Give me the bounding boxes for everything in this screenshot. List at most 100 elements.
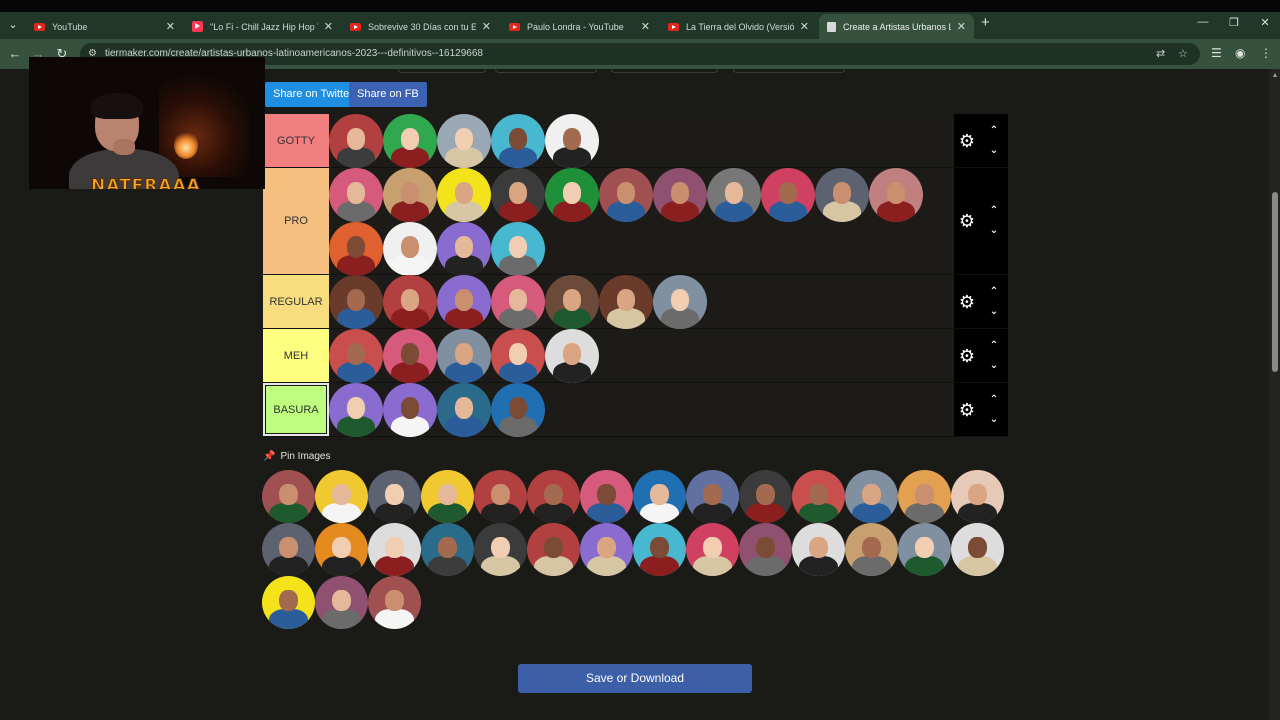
chevron-down-icon[interactable]: ⌄ <box>988 146 1000 156</box>
new-tab-button[interactable]: + <box>981 14 990 31</box>
artist-thumbnail[interactable] <box>869 168 923 222</box>
tab-youtube[interactable]: YouTube ✕ <box>26 14 183 39</box>
tier-items[interactable] <box>329 275 954 329</box>
artist-thumbnail[interactable] <box>580 470 633 523</box>
artist-thumbnail[interactable] <box>437 222 491 276</box>
artist-thumbnail[interactable] <box>761 168 815 222</box>
artist-thumbnail[interactable] <box>792 523 845 576</box>
artist-thumbnail[interactable] <box>368 523 421 576</box>
tab-close-icon[interactable]: ✕ <box>324 20 333 33</box>
tier-label[interactable]: MEH <box>263 329 329 382</box>
tab-close-icon[interactable]: ✕ <box>957 20 966 33</box>
chevron-down-icon[interactable]: ⌄ <box>988 307 1000 317</box>
gear-icon[interactable]: ⚙ <box>958 132 976 150</box>
artist-thumbnail[interactable] <box>792 470 845 523</box>
pin-images-toggle[interactable]: 📌 Pin Images <box>263 451 330 462</box>
artist-thumbnail[interactable] <box>437 275 491 329</box>
artist-thumbnail[interactable] <box>315 576 368 629</box>
chevron-up-icon[interactable]: ⌃ <box>988 126 1000 136</box>
tab-close-icon[interactable]: ✕ <box>641 20 650 33</box>
artist-thumbnail[interactable] <box>437 329 491 383</box>
artist-thumbnail[interactable] <box>491 383 545 437</box>
artist-thumbnail[interactable] <box>951 523 1004 576</box>
share-twitter-button[interactable]: Share on Twitter <box>265 82 361 107</box>
artist-thumbnail[interactable] <box>739 470 792 523</box>
tab-lofi[interactable]: "Lo Fi - Chill Jazz Hip Hop Vibe ✕ <box>184 14 341 39</box>
tier-label[interactable]: BASURA <box>263 383 329 436</box>
partial-button[interactable] <box>733 69 845 73</box>
artist-thumbnail[interactable] <box>383 329 437 383</box>
artist-thumbnail[interactable] <box>653 275 707 329</box>
artist-thumbnail[interactable] <box>315 470 368 523</box>
profile-icon[interactable]: ◉ <box>1235 46 1245 60</box>
artist-thumbnail[interactable] <box>686 470 739 523</box>
artist-thumbnail[interactable] <box>898 523 951 576</box>
artist-thumbnail[interactable] <box>527 470 580 523</box>
partial-button[interactable] <box>611 69 718 73</box>
artist-thumbnail[interactable] <box>633 470 686 523</box>
tab-close-icon[interactable]: ✕ <box>166 20 175 33</box>
artist-thumbnail[interactable] <box>383 275 437 329</box>
artist-thumbnail[interactable] <box>845 523 898 576</box>
artist-thumbnail[interactable] <box>437 114 491 168</box>
artist-thumbnail[interactable] <box>437 383 491 437</box>
artist-thumbnail[interactable] <box>527 523 580 576</box>
artist-thumbnail[interactable] <box>491 329 545 383</box>
artist-thumbnail[interactable] <box>329 168 383 222</box>
tab-tiermaker[interactable]: Create a Artistas Urbanos Latino ✕ <box>819 14 974 39</box>
tab-paulo-londra[interactable]: Paulo Londra - YouTube ✕ <box>501 14 658 39</box>
chevron-down-icon[interactable]: ⌄ <box>988 226 1000 236</box>
close-window-button[interactable]: ✕ <box>1255 16 1275 29</box>
chevron-up-icon[interactable]: ⌃ <box>988 287 1000 297</box>
artist-thumbnail[interactable] <box>383 168 437 222</box>
artist-thumbnail[interactable] <box>491 222 545 276</box>
artist-thumbnail[interactable] <box>491 168 545 222</box>
artist-thumbnail[interactable] <box>383 383 437 437</box>
chevron-down-icon[interactable]: ⌄ <box>988 361 1000 371</box>
scrollbar-thumb[interactable] <box>1272 192 1278 372</box>
gear-icon[interactable]: ⚙ <box>958 293 976 311</box>
restore-button[interactable]: ❐ <box>1224 16 1244 29</box>
tab-close-icon[interactable]: ✕ <box>482 20 491 33</box>
tier-items[interactable] <box>329 168 954 276</box>
artist-thumbnail[interactable] <box>437 168 491 222</box>
tier-items[interactable] <box>329 114 954 168</box>
chevron-up-icon[interactable]: ⌃ <box>988 341 1000 351</box>
tab-tierra-olvido[interactable]: La Tierra del Olvido (Versión Sal ✕ <box>660 14 817 39</box>
artist-thumbnail[interactable] <box>329 275 383 329</box>
share-facebook-button[interactable]: Share on FB <box>349 82 427 107</box>
artist-thumbnail[interactable] <box>329 222 383 276</box>
artist-thumbnail[interactable] <box>599 275 653 329</box>
artist-thumbnail[interactable] <box>739 523 792 576</box>
artist-thumbnail[interactable] <box>329 383 383 437</box>
artist-thumbnail[interactable] <box>707 168 761 222</box>
tier-label[interactable]: GOTTY <box>263 114 329 167</box>
partial-button[interactable] <box>398 69 486 73</box>
partial-button[interactable] <box>495 69 597 73</box>
artist-thumbnail[interactable] <box>383 222 437 276</box>
tab-sobrevive[interactable]: Sobrevive 30 Días con tu Ex en l ✕ <box>342 14 499 39</box>
back-arrow-icon[interactable]: ← <box>7 46 23 61</box>
artist-thumbnail[interactable] <box>315 523 368 576</box>
gear-icon[interactable]: ⚙ <box>958 212 976 230</box>
artist-thumbnail[interactable] <box>653 168 707 222</box>
gear-icon[interactable]: ⚙ <box>958 401 976 419</box>
artist-thumbnail[interactable] <box>686 523 739 576</box>
menu-kebab-icon[interactable]: ⋮ <box>1260 46 1272 60</box>
artist-thumbnail[interactable] <box>633 523 686 576</box>
page-scrollbar[interactable]: ▲ <box>1269 69 1280 720</box>
artist-thumbnail[interactable] <box>383 114 437 168</box>
tab-search-chevron-icon[interactable]: ⌄ <box>4 16 22 34</box>
artist-thumbnail[interactable] <box>262 470 315 523</box>
tier-label[interactable]: PRO <box>263 168 329 274</box>
artist-thumbnail[interactable] <box>262 523 315 576</box>
artist-thumbnail[interactable] <box>599 168 653 222</box>
artist-thumbnail[interactable] <box>545 114 599 168</box>
artist-thumbnail[interactable] <box>421 470 474 523</box>
artist-thumbnail[interactable] <box>491 114 545 168</box>
artist-thumbnail[interactable] <box>474 470 527 523</box>
tab-close-icon[interactable]: ✕ <box>800 20 809 33</box>
chevron-up-icon[interactable]: ⌃ <box>988 206 1000 216</box>
tier-items[interactable] <box>329 383 954 437</box>
artist-thumbnail[interactable] <box>491 275 545 329</box>
